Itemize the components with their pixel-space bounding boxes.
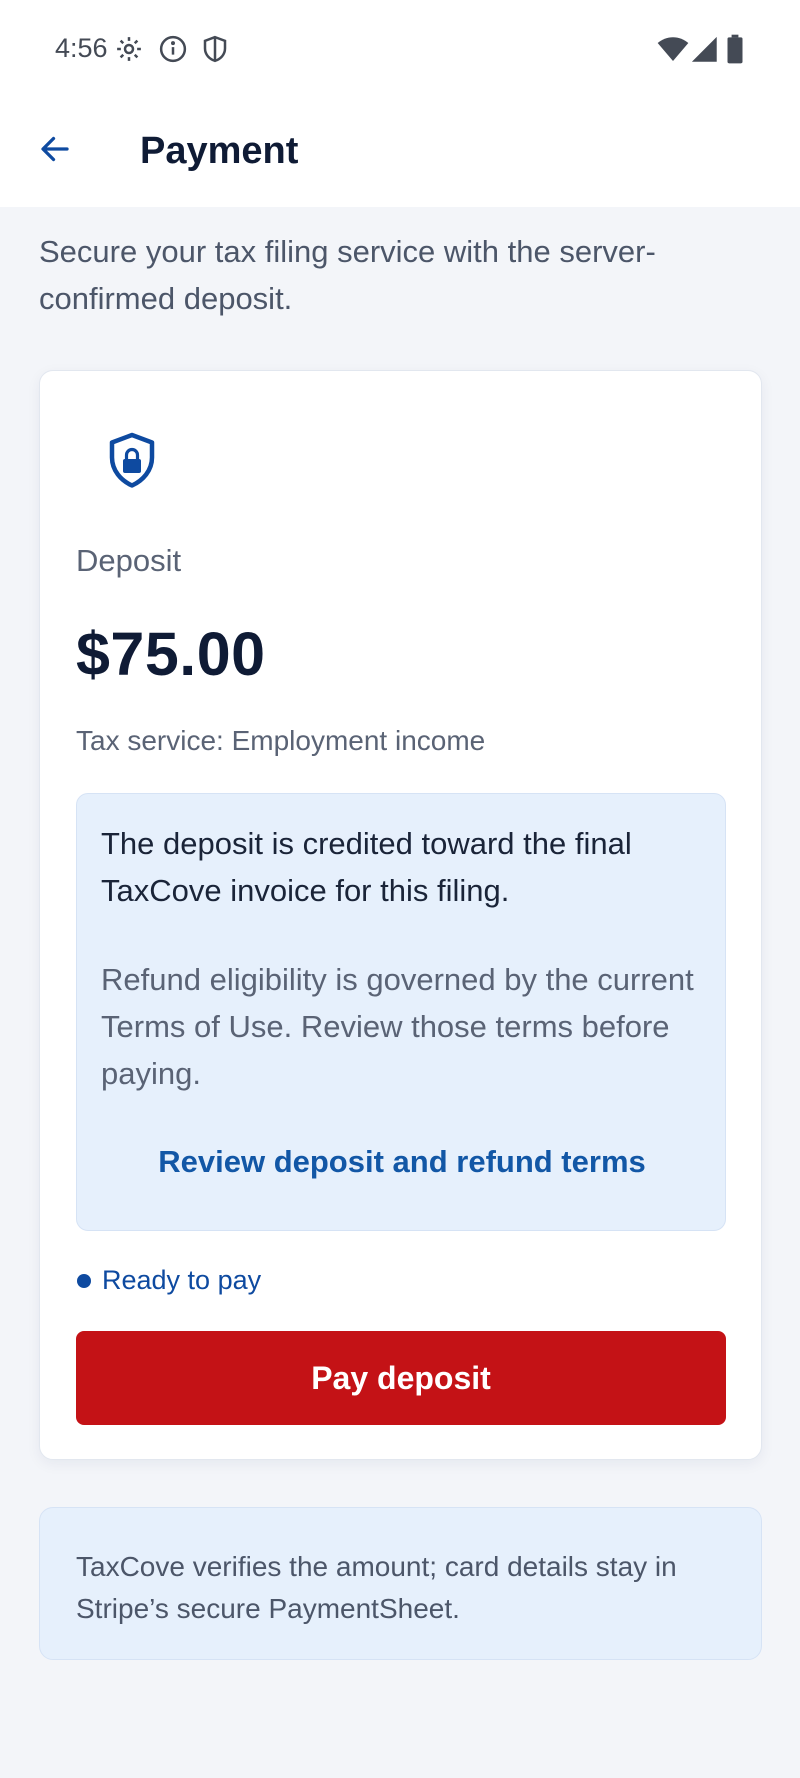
intro-text: Secure your tax filing service with the …: [39, 234, 656, 316]
page-title: Payment: [140, 130, 299, 172]
back-button[interactable]: [28, 124, 82, 178]
arrow-left-icon: [37, 131, 73, 172]
pay-deposit-button[interactable]: Pay deposit: [76, 1331, 726, 1425]
status-text: Ready to pay: [102, 1265, 262, 1295]
shield-lock-icon: [104, 431, 160, 491]
status-time: 4:56: [55, 33, 108, 63]
signal-icon: [690, 34, 718, 64]
shield-icon: [200, 34, 230, 64]
info-primary-text: The deposit is credited toward the final…: [101, 826, 632, 908]
status-bar: 4:56: [0, 0, 800, 100]
app-bar: Payment: [0, 100, 800, 207]
wifi-icon: [657, 34, 689, 64]
deposit-amount: $75.00: [76, 620, 266, 688]
info-secondary-text: Refund eligibility is governed by the cu…: [101, 962, 694, 1091]
security-note: TaxCove verifies the amount; card detail…: [39, 1507, 762, 1660]
gear-icon: [114, 34, 144, 64]
battery-icon: [726, 34, 744, 64]
deposit-label: Deposit: [76, 543, 182, 578]
security-note-text: TaxCove verifies the amount; card detail…: [76, 1551, 677, 1624]
service-description: Tax service: Employment income: [76, 725, 486, 756]
deposit-info-box: The deposit is credited toward the final…: [76, 793, 726, 1231]
deposit-card: Deposit $75.00 Tax service: Employment i…: [39, 370, 762, 1460]
review-terms-link[interactable]: Review deposit and refund terms: [77, 1144, 727, 1180]
status-dot: [77, 1274, 91, 1288]
info-icon: [158, 34, 188, 64]
